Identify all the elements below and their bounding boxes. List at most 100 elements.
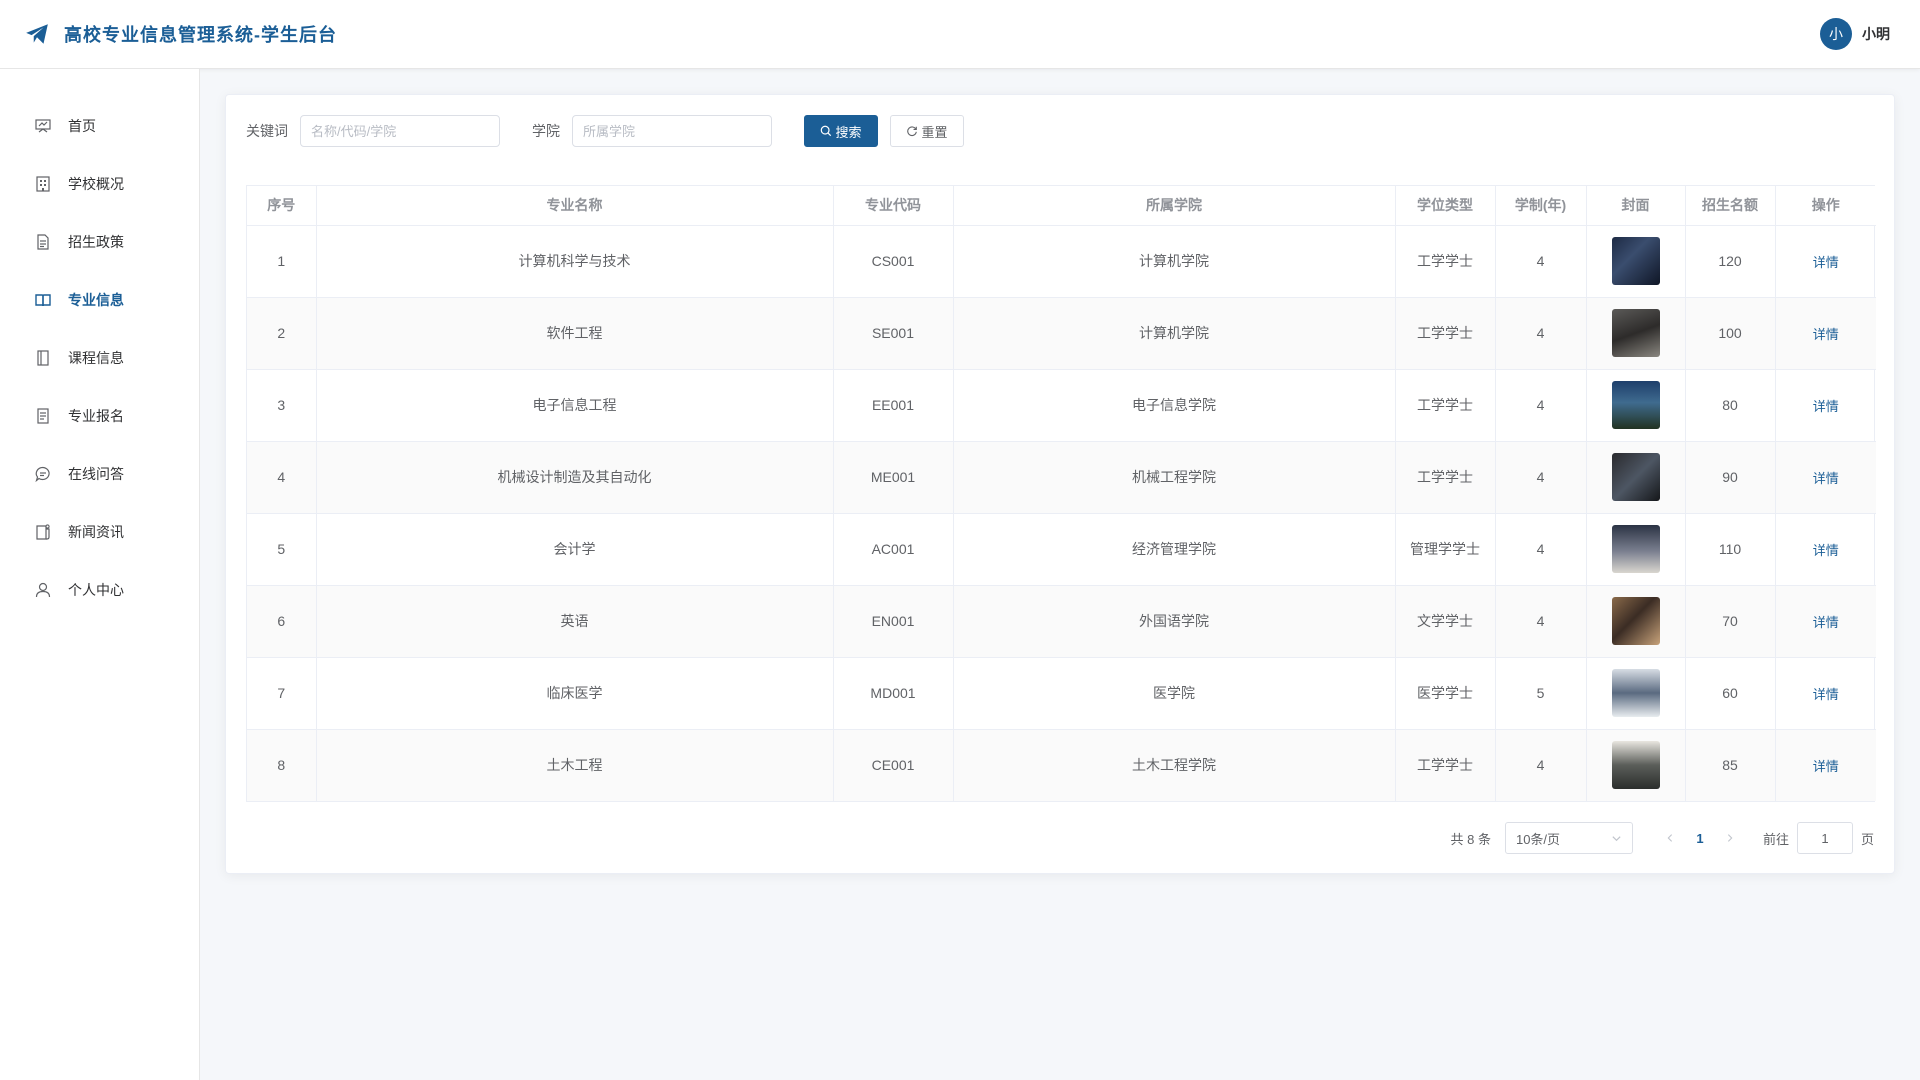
cell-quota: 120 [1685,225,1776,298]
sidebar-item-major-enrollment[interactable]: 专业报名 [0,387,199,445]
cell-degree: 工学学士 [1395,297,1496,370]
detail-link[interactable]: 详情 [1813,471,1839,486]
search-icon [820,125,832,137]
goto-page-input[interactable]: 1 [1796,822,1853,854]
cell-cover [1586,225,1686,298]
reset-button[interactable]: 重置 [890,115,964,147]
next-page-button[interactable] [1715,830,1745,846]
table-row: 3 电子信息工程 EE001 电子信息学院 工学学士 4 80 详情 [247,369,1876,442]
search-button[interactable]: 搜索 [804,115,878,147]
cell-name: 软件工程 [316,297,834,370]
sidebar-item-label: 课程信息 [68,350,124,366]
cell-quota: 80 [1685,369,1776,442]
sidebar-item-admission-policy[interactable]: 招生政策 [0,213,199,271]
username[interactable]: 小明 [1862,24,1890,44]
cell-no: 7 [247,657,317,730]
avatar[interactable]: 小 [1820,18,1852,50]
cell-college: 土木工程学院 [953,729,1396,801]
page-size-value: 10条/页 [1515,831,1561,847]
college-input[interactable] [572,115,772,147]
keyword-label: 关键词 [246,123,288,139]
refresh-icon [906,125,918,137]
page-size-select[interactable]: 10条/页 [1504,822,1633,854]
cell-quota: 70 [1685,585,1776,658]
cell-action: 详情 [1775,369,1876,442]
detail-link[interactable]: 详情 [1813,615,1839,630]
cell-no: 6 [247,585,317,658]
cell-action: 详情 [1775,225,1876,298]
cell-name: 计算机科学与技术 [316,225,834,298]
pagination-total: 共 8 条 [1450,831,1491,847]
column-header: 序号 [247,186,317,226]
cover-image[interactable] [1611,309,1660,357]
keyword-input[interactable] [300,115,500,147]
detail-link[interactable]: 详情 [1813,399,1839,414]
sidebar-item-label: 专业信息 [68,292,124,308]
cell-no: 8 [247,729,317,801]
cell-name: 机械设计制造及其自动化 [316,441,834,514]
user-menu[interactable]: 小 小明 [1820,18,1890,50]
cell-cover [1586,297,1686,370]
sidebar-item-label: 个人中心 [68,582,124,598]
cell-code: EE001 [833,369,954,442]
table-row: 1 计算机科学与技术 CS001 计算机学院 工学学士 4 120 详情 [247,225,1876,298]
sidebar-item-school-overview[interactable]: 学校概况 [0,155,199,213]
cover-image[interactable] [1611,381,1660,429]
pagination: 共 8 条 10条/页 1 前往 1 页 [1450,822,1874,854]
major-table: 序号 专业名称 专业代码 所属学院 学位类型 学制(年) 封面 招生名额 操作 … [246,185,1876,802]
building-icon [34,175,52,193]
cell-quota: 100 [1685,297,1776,370]
cell-code: ME001 [833,441,954,514]
cover-image[interactable] [1611,741,1660,790]
cell-cover [1586,513,1686,586]
document-icon [34,233,52,251]
page-number-current[interactable]: 1 [1685,831,1715,846]
column-header: 专业名称 [316,186,834,226]
search-button-label: 搜索 [835,124,862,140]
cover-image[interactable] [1611,597,1660,645]
sidebar-item-course-info[interactable]: 课程信息 [0,329,199,387]
cell-quota: 60 [1685,657,1776,730]
detail-link[interactable]: 详情 [1813,759,1839,774]
cell-no: 5 [247,513,317,586]
cell-name: 电子信息工程 [316,369,834,442]
home-icon [34,117,52,135]
column-header: 学位类型 [1395,186,1496,226]
column-header: 专业代码 [833,186,954,226]
cell-years: 4 [1495,369,1587,442]
cell-cover [1586,729,1686,801]
detail-link[interactable]: 详情 [1813,327,1839,342]
brand: 高校专业信息管理系统-学生后台 [24,21,337,47]
prev-page-button[interactable] [1655,830,1685,846]
cell-years: 5 [1495,657,1587,730]
page-suffix-label: 页 [1860,831,1874,847]
sidebar-item-major-info[interactable]: 专业信息 [0,271,199,329]
cell-college: 计算机学院 [953,225,1396,298]
cell-action: 详情 [1775,585,1876,658]
cover-image[interactable] [1611,525,1660,573]
form-icon [34,407,52,425]
sidebar-item-news[interactable]: 新闻资讯 [0,503,199,561]
notebook-icon [34,349,52,367]
detail-link[interactable]: 详情 [1813,687,1839,702]
column-header: 学制(年) [1495,186,1587,226]
cell-action: 详情 [1775,441,1876,514]
user-icon [34,581,52,599]
detail-link[interactable]: 详情 [1813,255,1839,270]
detail-link[interactable]: 详情 [1813,543,1839,558]
cell-years: 4 [1495,225,1587,298]
cover-image[interactable] [1611,669,1660,717]
cell-code: CE001 [833,729,954,801]
cell-code: SE001 [833,297,954,370]
cover-image[interactable] [1611,453,1660,501]
cover-image[interactable] [1611,237,1660,285]
sidebar-item-label: 首页 [68,118,96,134]
sidebar-item-personal-center[interactable]: 个人中心 [0,561,199,619]
sidebar-item-online-qa[interactable]: 在线问答 [0,445,199,503]
cell-code: MD001 [833,657,954,730]
sidebar-item-label: 在线问答 [68,466,124,482]
sidebar: 首页 学校概况 招生政策 专业信息 课程信息 专业报名 在线问答 新闻资讯 个人… [0,69,200,1080]
cell-degree: 工学学士 [1395,225,1496,298]
sidebar-item-home[interactable]: 首页 [0,97,199,155]
cell-degree: 工学学士 [1395,729,1496,801]
